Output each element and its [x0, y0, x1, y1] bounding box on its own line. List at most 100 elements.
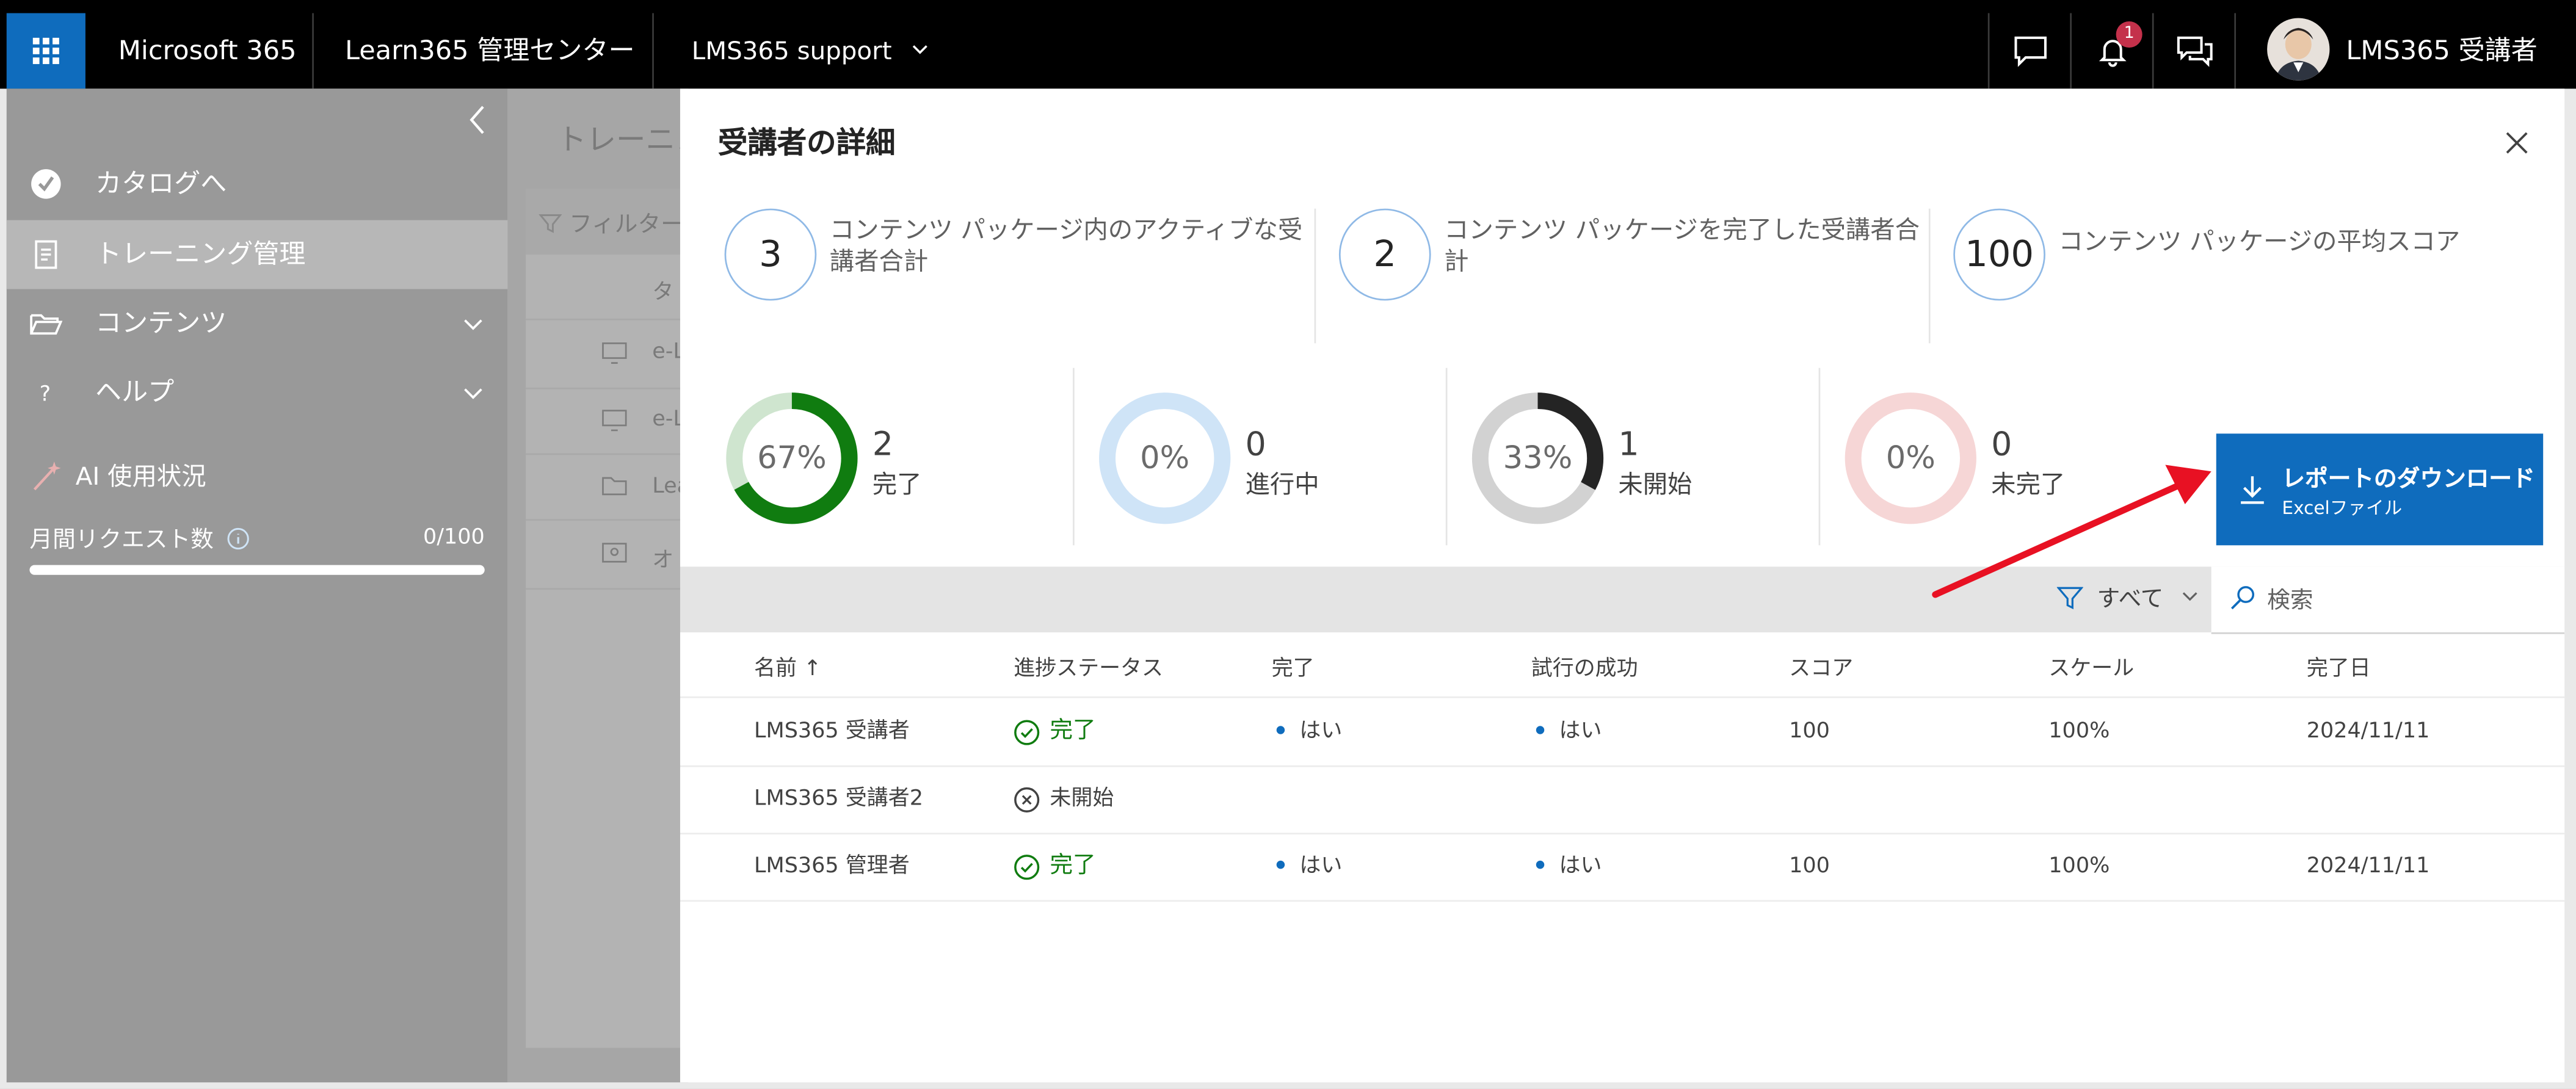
column-header-completion-date[interactable]: 完了日 [2307, 651, 2371, 681]
monthly-requests-text: 月間リクエスト数 [29, 527, 214, 554]
stat-value: 2 [1338, 208, 1431, 301]
progress-status: 完了 [1014, 698, 1096, 765]
question-mark-icon: ? [40, 382, 51, 407]
checkmark-circle-icon [31, 169, 61, 199]
column-header-score[interactable]: スコア [1789, 651, 1853, 681]
search-icon [2230, 586, 2255, 610]
search-placeholder: 検索 [2267, 588, 2313, 615]
column-header-name[interactable]: 名前 ↑ [754, 651, 821, 681]
donut-percent: 0% [1140, 440, 1190, 477]
background-column-header: タ [652, 281, 674, 306]
folder-icon [602, 477, 627, 496]
sidebar-item-content[interactable]: コンテンツ [7, 289, 508, 358]
monitor-icon [602, 342, 627, 364]
notification-badge: 1 [2116, 21, 2142, 48]
sidebar-item-training-management[interactable]: トレーニング管理 [6, 220, 508, 289]
checkmark-circle-icon [1014, 719, 1040, 745]
download-report-subtitle: Excelファイル [2282, 497, 2403, 519]
column-header-scale[interactable]: スケール [2048, 651, 2134, 681]
stat-value: 100 [1953, 208, 2045, 301]
scale-value: 100% [2048, 854, 2110, 879]
table-row[interactable]: LMS365 受講者2 未開始 [680, 765, 2565, 834]
app-launcher-button[interactable] [6, 13, 85, 89]
ai-usage-heading: AI 使用状況 [29, 457, 206, 493]
tenant-switcher[interactable]: LMS365 support [692, 13, 929, 89]
admin-center-title[interactable]: Learn365 管理センター [345, 13, 635, 89]
status-filter-dropdown[interactable]: すべて [2056, 566, 2200, 632]
monthly-requests-label: 月間リクエスト数 [29, 523, 250, 555]
collapse-nav-icon[interactable] [466, 104, 490, 137]
sidebar-item-label: コンテンツ [95, 307, 227, 339]
status-label: 未開始 [1050, 786, 1114, 812]
status-label: 完了 [1050, 852, 1096, 879]
background-content-list [526, 189, 691, 1048]
progress-label: 未開始 [1618, 469, 1693, 499]
download-report-button[interactable]: レポートのダウンロード Excelファイル [2216, 433, 2544, 546]
feedback-button[interactable] [1989, 13, 2072, 89]
sidebar-item-label: カタログへ [95, 167, 227, 199]
user-avatar[interactable] [2267, 18, 2330, 81]
stat-label: コンテンツ パッケージを完了した受講者合計 [1444, 215, 1920, 277]
sidebar-item-help[interactable]: ? ヘルプ [7, 358, 508, 427]
success-cell: はい [1536, 698, 1602, 765]
table-row[interactable]: LMS365 管理者 完了 はい はい 100 100% 2024/11/11 [680, 833, 2565, 902]
learner-name: LMS365 受講者2 [754, 786, 924, 812]
panel-title: 受講者の詳細 [717, 126, 896, 161]
table-row[interactable]: LMS365 受講者 完了 はい はい 100 100% 2024/11/11 [680, 698, 2565, 767]
progress-label: 未完了 [1991, 469, 2066, 499]
donut-percent: 67% [757, 440, 827, 477]
filter-label: すべて [2097, 586, 2164, 613]
left-navigation: カタログへ トレーニング管理 コンテンツ ? ヘルプ AI 使用状況 月間リクエ… [6, 89, 508, 1083]
search-input[interactable]: 検索 [2211, 566, 2565, 634]
top-bar: Microsoft 365 Learn365 管理センター LMS365 sup… [0, 0, 2576, 89]
ai-usage-label: AI 使用状況 [75, 460, 206, 491]
completion-date: 2024/11/11 [2306, 854, 2430, 879]
progress-count: 0 [1245, 424, 1266, 463]
progress-count: 1 [1618, 424, 1639, 463]
background-filter-label: フィルター [569, 212, 684, 239]
app-name[interactable]: Microsoft 365 [118, 13, 297, 89]
classroom-icon [602, 543, 627, 563]
stat-label: コンテンツ パッケージの平均スコア [2058, 226, 2461, 256]
stat-label: コンテンツ パッケージ内のアクティブな受講者合計 [829, 215, 1303, 277]
folder-open-icon [30, 314, 63, 335]
chevron-down-icon [912, 45, 927, 54]
clipboard-icon [35, 240, 57, 269]
completion-date: 2024/11/11 [2306, 719, 2430, 744]
progress-status: 未開始 [1014, 765, 1114, 833]
completed-cell: はい [1276, 833, 1342, 900]
tenant-label: LMS365 support [691, 36, 892, 66]
table-toolbar: すべて 検索 [680, 566, 2565, 634]
dismiss-circle-icon [1014, 786, 1040, 812]
learner-name: LMS365 受講者 [754, 719, 910, 744]
column-header-success[interactable]: 試行の成功 [1531, 651, 1638, 681]
notifications-button[interactable]: 1 [2072, 13, 2154, 89]
success-value: はい [1559, 719, 1602, 744]
stat-active-learners: 3 コンテンツ パッケージ内のアクティブな受講者合計 [724, 208, 1308, 301]
info-icon[interactable] [228, 527, 251, 551]
user-name[interactable]: LMS365 受講者 [2346, 13, 2538, 89]
chat-button[interactable] [2154, 13, 2237, 89]
download-icon [2241, 476, 2264, 504]
column-header-completed[interactable]: 完了 [1272, 651, 1315, 681]
progress-status: 完了 [1014, 833, 1096, 900]
conversation-icon [2177, 36, 2213, 67]
download-report-title: レポートのダウンロード [2282, 466, 2535, 493]
progress-donut: 67% [725, 391, 860, 526]
sidebar-item-catalog[interactable]: カタログへ [7, 150, 508, 219]
scale-value: 100% [2048, 719, 2110, 744]
donut-percent: 0% [1885, 440, 1936, 477]
learner-name: LMS365 管理者 [754, 854, 910, 879]
success-value: はい [1559, 854, 1602, 879]
learner-details-panel: 受講者の詳細 3 コンテンツ パッケージ内のアクティブな受講者合計 2 コンテン… [680, 89, 2565, 1083]
success-cell: はい [1536, 833, 1602, 900]
waffle-icon [32, 37, 59, 64]
column-header-status[interactable]: 進捗ステータス [1014, 651, 1163, 681]
filter-icon [539, 214, 562, 233]
close-icon[interactable] [2502, 128, 2531, 157]
status-label: 完了 [1050, 717, 1096, 744]
chevron-down-icon [464, 319, 482, 330]
chat-icon [2014, 36, 2047, 67]
screen: Microsoft 365 Learn365 管理センター LMS365 sup… [0, 0, 2576, 1089]
progress-count: 2 [872, 424, 894, 463]
